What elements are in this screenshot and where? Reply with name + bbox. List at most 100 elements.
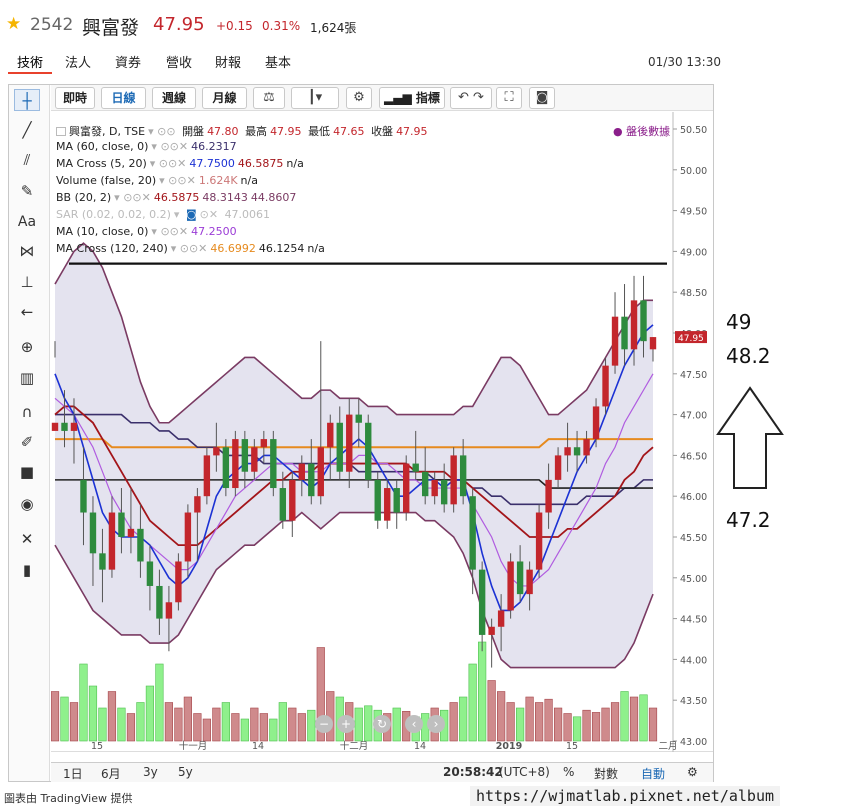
candle-body bbox=[99, 553, 106, 570]
candle-body bbox=[203, 455, 211, 497]
candle-body bbox=[412, 463, 419, 472]
up-arrow-icon bbox=[716, 386, 784, 489]
dropdown-icon[interactable]: ▾ ⊙⊙ bbox=[148, 125, 175, 138]
tab-revenue[interactable]: 營收 bbox=[166, 52, 192, 71]
zoom-out-icon[interactable]: − bbox=[315, 715, 333, 733]
y-tick-label: 45.50 bbox=[680, 533, 707, 544]
crosshair-icon[interactable]: ┼ bbox=[14, 89, 40, 111]
lock-icon[interactable]: ■ bbox=[14, 461, 40, 483]
favorite-star-icon[interactable]: ★ bbox=[6, 14, 21, 34]
tab-securities[interactable]: 資券 bbox=[115, 52, 141, 71]
volume-label: Volume (false, 20) bbox=[56, 174, 157, 187]
tab-institutional[interactable]: 法人 bbox=[65, 52, 91, 71]
candle-type-icon[interactable]: ┃▾ bbox=[291, 87, 339, 109]
measure-icon[interactable]: ⊥ bbox=[14, 271, 40, 293]
ruler-icon[interactable]: ▥ bbox=[14, 367, 40, 389]
sar-label: SAR (0.02, 0.02, 0.2) bbox=[56, 208, 171, 221]
volume-v1: 1.624K bbox=[198, 174, 238, 187]
candle-body bbox=[478, 569, 486, 635]
compare-scale-icon[interactable]: ⚖ bbox=[253, 87, 285, 109]
log-toggle[interactable]: 對數 bbox=[594, 765, 618, 782]
hand-annotations: 49 48.2 47.2 bbox=[716, 300, 850, 540]
undo-redo-icon[interactable]: ↶ ↷ bbox=[450, 87, 492, 109]
tab-financials[interactable]: 財報 bbox=[215, 52, 241, 71]
candle-body bbox=[507, 561, 514, 611]
settings-icon[interactable]: ⚙ bbox=[687, 765, 698, 779]
volume-bar bbox=[591, 712, 601, 742]
candle-body bbox=[649, 337, 657, 350]
daily-button[interactable]: 日線 bbox=[101, 87, 146, 109]
candle-body bbox=[583, 439, 590, 456]
y-tick-label: 49.50 bbox=[680, 207, 707, 218]
range-6m[interactable]: 6月 bbox=[101, 765, 121, 782]
candle-body bbox=[279, 488, 287, 521]
range-5y[interactable]: 5y bbox=[178, 765, 193, 779]
range-3y[interactable]: 3y bbox=[143, 765, 158, 779]
candle-body bbox=[526, 569, 533, 595]
active-tab-indicator bbox=[8, 72, 52, 74]
timezone[interactable]: (UTC+8) bbox=[499, 765, 550, 779]
macross1-v1: 47.7500 bbox=[189, 157, 235, 170]
candle-body bbox=[118, 512, 125, 537]
tab-basic[interactable]: 基本 bbox=[265, 52, 291, 71]
gear-icon[interactable]: ⚙ bbox=[346, 87, 372, 109]
tab-technical[interactable]: 技術 bbox=[17, 52, 43, 71]
trash-icon[interactable]: ▮ bbox=[14, 559, 40, 581]
zoom-icon[interactable]: ⊕ bbox=[14, 336, 40, 358]
after-hours-label: 盤後數據 bbox=[626, 125, 671, 138]
text-icon[interactable]: Aa bbox=[14, 211, 40, 233]
volume-bar bbox=[250, 707, 259, 742]
candle-body bbox=[317, 447, 324, 497]
candle-body bbox=[241, 439, 249, 472]
reset-icon[interactable]: ↻ bbox=[373, 715, 391, 733]
chart-toolbar: 即時 日線 週線 月線 ⚖ ┃▾ ⚙ ▂▄▆ 指標 ↶ ↷ ⛶ ◙ bbox=[51, 85, 713, 111]
x-tick-label: 十二月 bbox=[340, 740, 369, 752]
indicators-button[interactable]: ▂▄▆ 指標 bbox=[379, 87, 445, 109]
y-tick-label: 43.50 bbox=[680, 696, 707, 707]
ma10-value: 47.2500 bbox=[191, 225, 237, 238]
scroll-right-icon[interactable]: › bbox=[427, 715, 445, 733]
volume-bar bbox=[126, 713, 136, 742]
after-hours-link[interactable]: ● 盤後數據 bbox=[613, 123, 673, 139]
candle-body bbox=[213, 447, 220, 456]
macross1-v3: n/a bbox=[286, 157, 304, 170]
volume-bar bbox=[297, 713, 306, 742]
pencil-lock-icon[interactable]: ✐ bbox=[14, 431, 40, 453]
realtime-button[interactable]: 即時 bbox=[55, 87, 95, 109]
candle-body bbox=[554, 455, 562, 480]
volume-bar bbox=[497, 691, 506, 742]
candle-body bbox=[80, 479, 87, 513]
auto-toggle[interactable]: 自動 bbox=[641, 765, 665, 782]
fullscreen-icon[interactable]: ⛶ bbox=[496, 87, 522, 109]
percent-toggle[interactable]: % bbox=[563, 765, 574, 779]
bb-v2: 48.3143 bbox=[202, 191, 248, 204]
scroll-left-icon[interactable]: ‹ bbox=[405, 715, 423, 733]
arrow-left-icon[interactable]: ← bbox=[14, 301, 40, 323]
collapse-icon[interactable] bbox=[56, 127, 66, 136]
y-tick-label: 47.50 bbox=[680, 370, 707, 381]
candle-body bbox=[573, 447, 581, 456]
magnet-icon[interactable]: ∩ bbox=[14, 401, 40, 423]
range-1d[interactable]: 1日 bbox=[63, 765, 83, 782]
brush-icon[interactable]: ✎ bbox=[14, 180, 40, 202]
monthly-button[interactable]: 月線 bbox=[202, 87, 247, 109]
fib-icon[interactable]: ⫽ bbox=[14, 149, 40, 171]
volume-bar bbox=[240, 718, 249, 742]
volume-bar bbox=[174, 707, 183, 742]
y-tick-label: 46.00 bbox=[680, 492, 707, 503]
quote-datetime: 01/30 13:30 bbox=[648, 55, 721, 69]
trendline-icon[interactable]: ╱ bbox=[14, 119, 40, 141]
tradingview-credit[interactable]: 圖表由 TradingView 提供 bbox=[4, 790, 132, 806]
annot-47-2: 47.2 bbox=[726, 508, 771, 532]
tools-icon[interactable]: ✕ bbox=[14, 528, 40, 550]
volume-bar bbox=[629, 696, 639, 742]
weekly-button[interactable]: 週線 bbox=[152, 87, 196, 109]
x-tick-label: 14 bbox=[252, 741, 264, 752]
legend-ma60: MA (60, close, 0) ▾ ⊙⊙✕ 46.2317 bbox=[56, 140, 237, 153]
x-tick-label: 2019 bbox=[496, 741, 522, 752]
camera-icon[interactable]: ◙ bbox=[529, 87, 555, 109]
eye-icon[interactable]: ◉ bbox=[14, 493, 40, 515]
pattern-icon[interactable]: ⋈ bbox=[14, 240, 40, 262]
open-value: 47.80 bbox=[207, 125, 239, 138]
zoom-in-icon[interactable]: + bbox=[337, 715, 355, 733]
